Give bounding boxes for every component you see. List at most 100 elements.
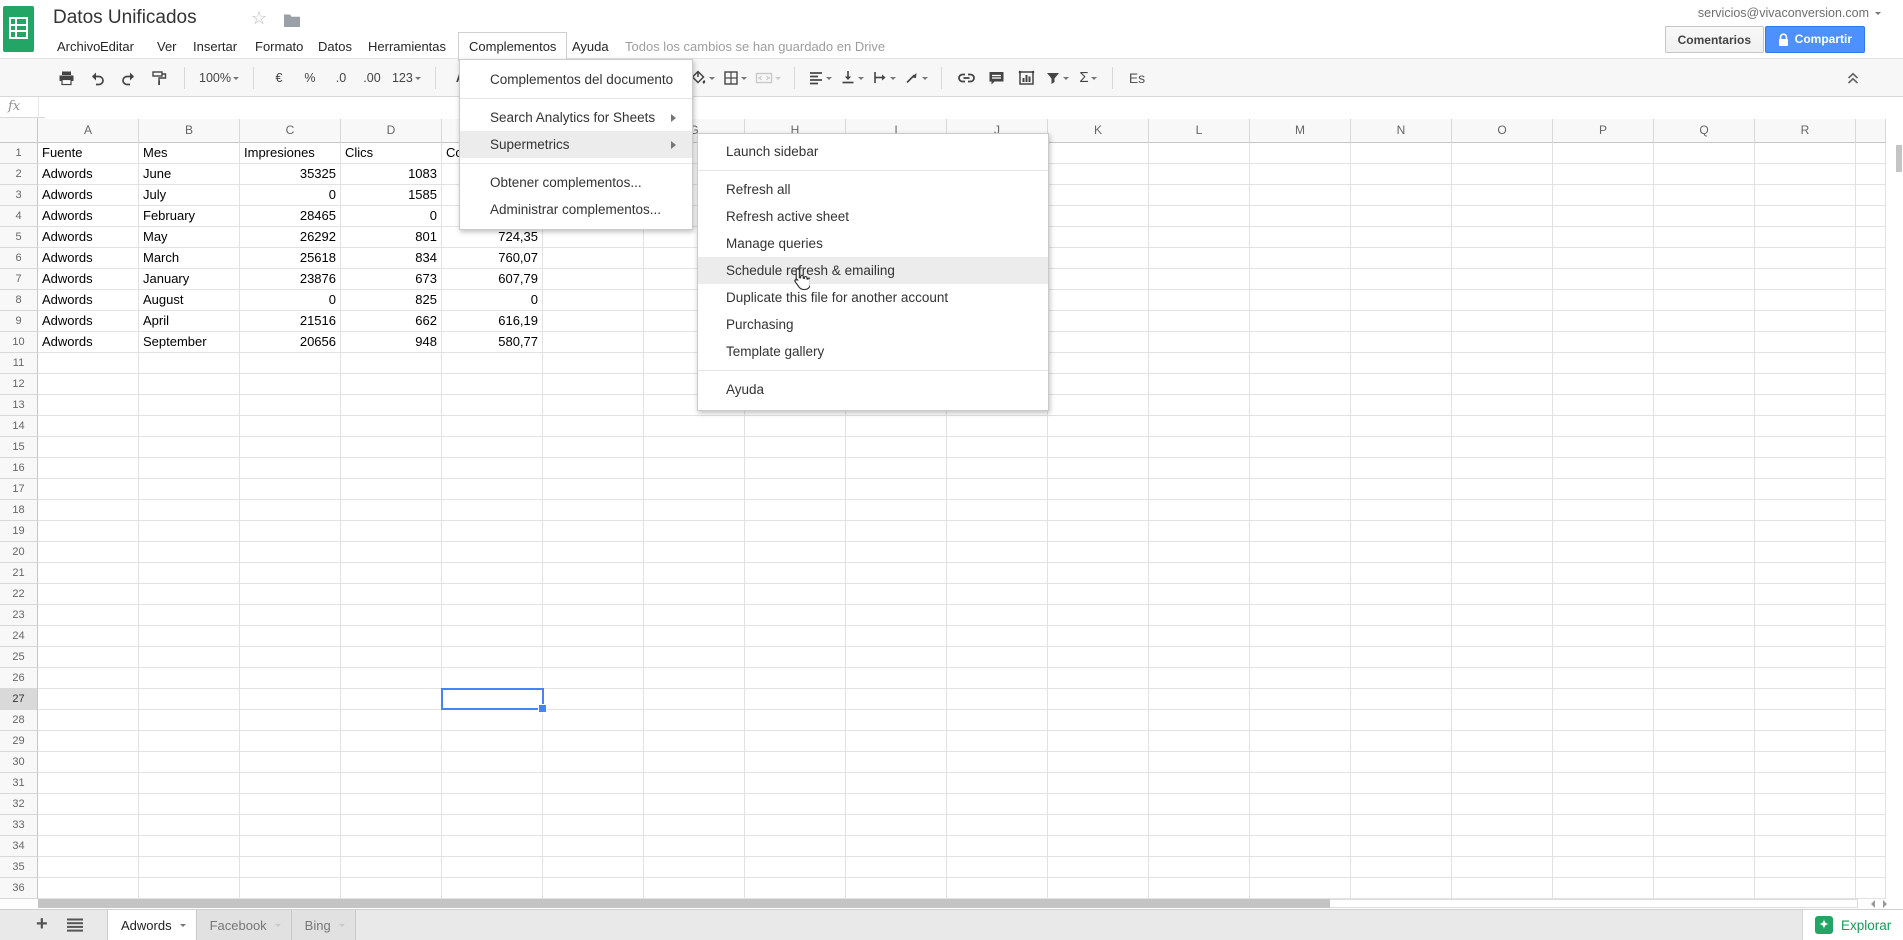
cell-L34[interactable]: [1149, 836, 1250, 857]
cell-L12[interactable]: [1149, 374, 1250, 395]
cell-K30[interactable]: [1048, 752, 1149, 773]
cell-R9[interactable]: [1755, 311, 1856, 332]
cell-I18[interactable]: [846, 500, 947, 521]
cell-C3[interactable]: 0: [240, 185, 341, 206]
cell-D32[interactable]: [341, 794, 442, 815]
cell-F32[interactable]: [543, 794, 644, 815]
cell-G33[interactable]: [644, 815, 745, 836]
cell-S27[interactable]: [1856, 689, 1886, 710]
cell-R29[interactable]: [1755, 731, 1856, 752]
cell-C35[interactable]: [240, 857, 341, 878]
cell-P7[interactable]: [1553, 269, 1654, 290]
cell-Q29[interactable]: [1654, 731, 1755, 752]
insert-chart-button[interactable]: [1015, 66, 1037, 90]
cell-K22[interactable]: [1048, 584, 1149, 605]
cell-A13[interactable]: [38, 395, 139, 416]
cell-Q1[interactable]: [1654, 143, 1755, 164]
cell-N17[interactable]: [1351, 479, 1452, 500]
cell-M22[interactable]: [1250, 584, 1351, 605]
cell-C16[interactable]: [240, 458, 341, 479]
column-header-K[interactable]: K: [1048, 118, 1149, 143]
explore-button[interactable]: Explorar: [1802, 910, 1903, 940]
cell-B33[interactable]: [139, 815, 240, 836]
menu-datos[interactable]: Datos: [318, 34, 352, 59]
cell-B24[interactable]: [139, 626, 240, 647]
cell-H35[interactable]: [745, 857, 846, 878]
cell-I30[interactable]: [846, 752, 947, 773]
cell-N35[interactable]: [1351, 857, 1452, 878]
cell-N20[interactable]: [1351, 542, 1452, 563]
cell-Q8[interactable]: [1654, 290, 1755, 311]
cell-H29[interactable]: [745, 731, 846, 752]
menu-item-supermetrics[interactable]: Supermetrics: [460, 131, 692, 158]
row-header-31[interactable]: 31: [0, 773, 38, 794]
cell-O24[interactable]: [1452, 626, 1553, 647]
cell-G36[interactable]: [644, 878, 745, 899]
cell-Q10[interactable]: [1654, 332, 1755, 353]
cell-L17[interactable]: [1149, 479, 1250, 500]
row-header-34[interactable]: 34: [0, 836, 38, 857]
cell-G14[interactable]: [644, 416, 745, 437]
cell-R23[interactable]: [1755, 605, 1856, 626]
cell-C6[interactable]: 25618: [240, 248, 341, 269]
cell-L23[interactable]: [1149, 605, 1250, 626]
cell-P3[interactable]: [1553, 185, 1654, 206]
cell-I14[interactable]: [846, 416, 947, 437]
cell-S14[interactable]: [1856, 416, 1886, 437]
cell-B18[interactable]: [139, 500, 240, 521]
cell-K36[interactable]: [1048, 878, 1149, 899]
cell-M8[interactable]: [1250, 290, 1351, 311]
cell-O3[interactable]: [1452, 185, 1553, 206]
cell-J34[interactable]: [947, 836, 1048, 857]
cell-E13[interactable]: [442, 395, 543, 416]
cell-Q19[interactable]: [1654, 521, 1755, 542]
cell-M20[interactable]: [1250, 542, 1351, 563]
cell-A33[interactable]: [38, 815, 139, 836]
cell-S2[interactable]: [1856, 164, 1886, 185]
row-header-7[interactable]: 7: [0, 269, 38, 290]
tab-menu-icon[interactable]: [180, 924, 186, 930]
cell-C20[interactable]: [240, 542, 341, 563]
cell-C21[interactable]: [240, 563, 341, 584]
cell-M28[interactable]: [1250, 710, 1351, 731]
cell-S18[interactable]: [1856, 500, 1886, 521]
cell-A32[interactable]: [38, 794, 139, 815]
column-header-L[interactable]: L: [1149, 118, 1250, 143]
cell-A30[interactable]: [38, 752, 139, 773]
cell-D26[interactable]: [341, 668, 442, 689]
cell-P2[interactable]: [1553, 164, 1654, 185]
cell-F20[interactable]: [543, 542, 644, 563]
menu-item-administrar-complementos[interactable]: Administrar complementos...: [460, 196, 692, 223]
cell-B34[interactable]: [139, 836, 240, 857]
cell-B27[interactable]: [139, 689, 240, 710]
cell-O32[interactable]: [1452, 794, 1553, 815]
fill-color-button[interactable]: [690, 66, 715, 90]
cell-Q34[interactable]: [1654, 836, 1755, 857]
cell-Q5[interactable]: [1654, 227, 1755, 248]
cell-I16[interactable]: [846, 458, 947, 479]
cell-E6[interactable]: 760,07: [442, 248, 543, 269]
cell-N23[interactable]: [1351, 605, 1452, 626]
cell-P34[interactable]: [1553, 836, 1654, 857]
cell-F22[interactable]: [543, 584, 644, 605]
cell-S32[interactable]: [1856, 794, 1886, 815]
cell-G27[interactable]: [644, 689, 745, 710]
cell-D10[interactable]: 948: [341, 332, 442, 353]
cell-J24[interactable]: [947, 626, 1048, 647]
cell-K9[interactable]: [1048, 311, 1149, 332]
cell-Q24[interactable]: [1654, 626, 1755, 647]
cell-I32[interactable]: [846, 794, 947, 815]
cell-J31[interactable]: [947, 773, 1048, 794]
zoom-select[interactable]: 100%: [199, 66, 239, 90]
column-header-R[interactable]: R: [1755, 118, 1856, 143]
cell-E14[interactable]: [442, 416, 543, 437]
row-header-6[interactable]: 6: [0, 248, 38, 269]
cell-A15[interactable]: [38, 437, 139, 458]
cell-G28[interactable]: [644, 710, 745, 731]
cell-M13[interactable]: [1250, 395, 1351, 416]
cell-O9[interactable]: [1452, 311, 1553, 332]
cell-A20[interactable]: [38, 542, 139, 563]
horizontal-align-button[interactable]: [808, 66, 832, 90]
cell-J28[interactable]: [947, 710, 1048, 731]
cell-D5[interactable]: 801: [341, 227, 442, 248]
